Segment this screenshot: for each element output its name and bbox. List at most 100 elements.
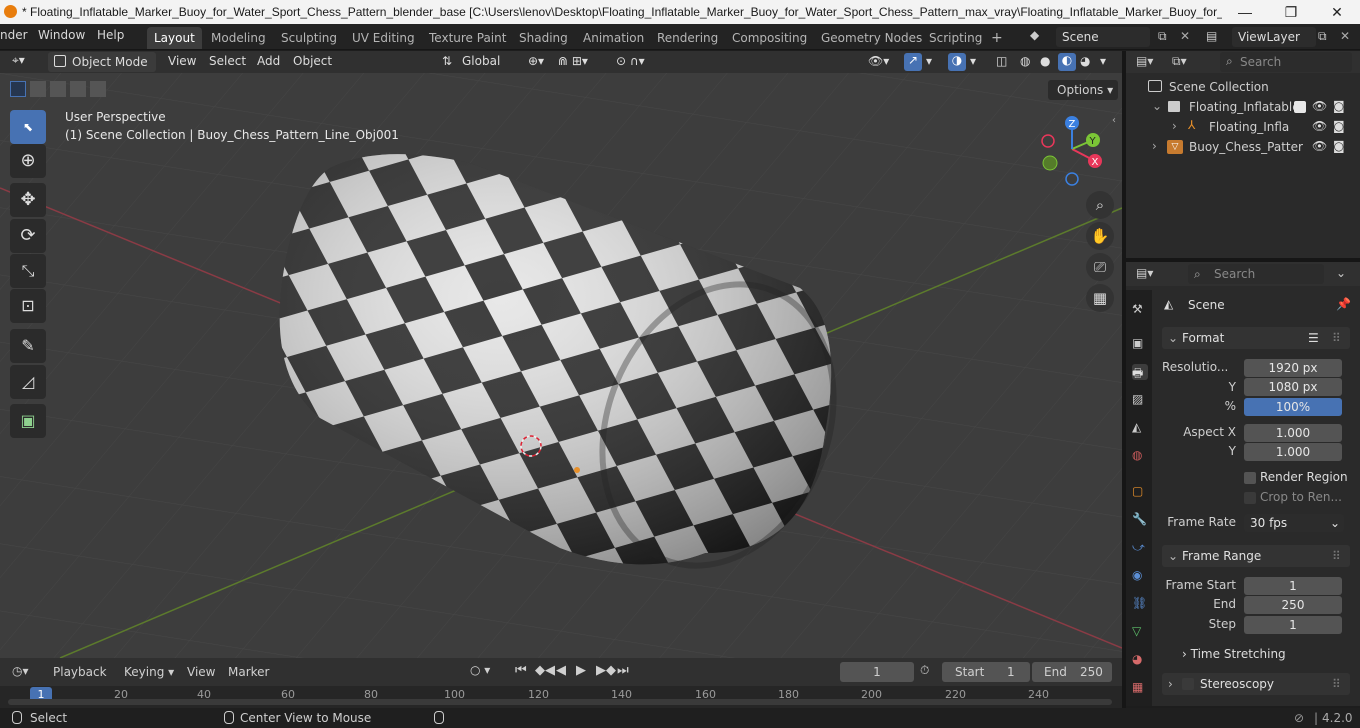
- format-panel-header[interactable]: ⌄ Format ☰ ⠿: [1162, 327, 1350, 349]
- menu-render[interactable]: nder: [0, 28, 28, 42]
- keying-menu[interactable]: Keying ▾: [118, 662, 178, 682]
- aspect-x-field[interactable]: 1.000: [1244, 424, 1342, 442]
- camera-render-icon[interactable]: ◙: [1333, 139, 1345, 153]
- zoom-button[interactable]: ⌕: [1086, 191, 1114, 219]
- area-divider[interactable]: [1126, 258, 1360, 262]
- physics-tab-icon[interactable]: ◉: [1132, 568, 1148, 584]
- texture-tab-icon[interactable]: ▦: [1132, 680, 1148, 696]
- pivot-point-icon[interactable]: ⊕▾: [528, 54, 544, 68]
- add-cube-tool[interactable]: ▣: [10, 404, 46, 438]
- constraints-tab-icon[interactable]: ⛓: [1132, 596, 1148, 612]
- eye-icon[interactable]: 👁: [1312, 119, 1327, 133]
- camera-view-button[interactable]: ⎚: [1086, 253, 1114, 281]
- tab-layout[interactable]: Layout: [147, 27, 202, 49]
- overlays-dropdown-icon[interactable]: ▾: [970, 54, 976, 68]
- chevron-right-icon[interactable]: ›: [1152, 139, 1157, 153]
- perspective-toggle-button[interactable]: ▦: [1086, 284, 1114, 312]
- time-stretching-subpanel[interactable]: › Time Stretching: [1182, 647, 1286, 661]
- view-layer-tab-icon[interactable]: ▨: [1132, 392, 1148, 408]
- drag-handle-icon[interactable]: ⠿: [1332, 673, 1341, 695]
- properties-options-icon[interactable]: ⌄: [1336, 266, 1346, 280]
- collection-exclude-checkbox[interactable]: [1294, 101, 1306, 113]
- outliner-editor-icon[interactable]: ▤▾: [1136, 54, 1153, 68]
- options-dropdown[interactable]: Options ▾: [1048, 80, 1118, 100]
- tab-sculpting[interactable]: Sculpting: [274, 27, 344, 49]
- jump-start-icon[interactable]: ⏮: [515, 663, 527, 678]
- display-mode-icon[interactable]: ⧉▾: [1172, 54, 1187, 69]
- select-box-tool[interactable]: ⬉: [10, 110, 46, 144]
- outliner-row-collection[interactable]: ⌄ Floating_Inflatable 👁 ◙: [1126, 97, 1360, 117]
- scene-tab-icon[interactable]: ◭: [1132, 420, 1148, 436]
- select-intersect-icon[interactable]: [90, 81, 106, 97]
- measure-tool[interactable]: ◿: [10, 365, 46, 399]
- menu-help[interactable]: Help: [97, 28, 124, 42]
- frame-step-field[interactable]: 1: [1244, 616, 1342, 634]
- select-subtract-icon[interactable]: [50, 81, 66, 97]
- gizmo-toggle-icon[interactable]: ↗: [904, 53, 922, 71]
- output-tab-icon[interactable]: 🖶: [1132, 364, 1148, 380]
- outliner-row-empty-object[interactable]: › ⅄ Floating_Inflata 👁 ◙: [1126, 117, 1360, 137]
- playback-menu[interactable]: Playback ▾: [46, 662, 116, 699]
- play-reverse-icon[interactable]: ◀: [556, 663, 566, 678]
- stopwatch-icon[interactable]: ⏱: [920, 663, 929, 678]
- object-tab-icon[interactable]: ▢: [1132, 484, 1148, 500]
- overlays-icon[interactable]: ◑: [948, 53, 966, 71]
- select-new-icon[interactable]: [10, 81, 26, 97]
- new-view-layer-icon[interactable]: ⧉: [1318, 29, 1327, 44]
- select-invert-icon[interactable]: [70, 81, 86, 97]
- shading-dropdown-icon[interactable]: ▾: [1100, 54, 1106, 68]
- remove-view-layer-icon[interactable]: ✕: [1340, 29, 1350, 43]
- tab-shading[interactable]: Shading: [512, 27, 575, 49]
- pin-icon[interactable]: 📌: [1336, 297, 1351, 311]
- drag-handle-icon[interactable]: ⠿: [1332, 327, 1341, 349]
- close-button[interactable]: ✕: [1314, 2, 1360, 22]
- select-extend-icon[interactable]: [30, 81, 46, 97]
- eye-icon[interactable]: 👁: [1312, 139, 1327, 153]
- solid-shading-icon[interactable]: ●: [1040, 54, 1050, 68]
- world-tab-icon[interactable]: ◍: [1132, 448, 1148, 464]
- visibility-icon[interactable]: 👁▾: [868, 54, 889, 68]
- aspect-y-field[interactable]: 1.000: [1244, 443, 1342, 461]
- timeline-ruler[interactable]: 1 20 40 60 80 100 120 140 160 180 200 22…: [0, 686, 1122, 708]
- area-divider[interactable]: [1122, 51, 1126, 708]
- scale-tool[interactable]: ⤡: [10, 254, 46, 288]
- timeline-editor-icon[interactable]: ◷▾: [12, 664, 29, 678]
- move-tool[interactable]: ✥: [10, 183, 46, 217]
- pan-button[interactable]: ✋: [1086, 222, 1114, 250]
- transform-orientation[interactable]: Global: [462, 54, 500, 68]
- tab-geometry-nodes[interactable]: Geometry Nodes: [814, 27, 929, 49]
- outliner-row-mesh-object[interactable]: › ▽ Buoy_Chess_Patter 👁 ◙: [1126, 137, 1360, 157]
- outliner-search[interactable]: Search: [1220, 52, 1352, 72]
- menu-window[interactable]: Window: [38, 28, 85, 42]
- next-keyframe-icon[interactable]: ▶◆: [596, 663, 616, 678]
- timeline-view-menu[interactable]: View: [187, 665, 215, 679]
- 3d-viewport[interactable]: ⬉ ⊕ ✥ ⟳ ⤡ ⊡ ✎ ◿ ▣ User Perspective (1) S…: [0, 73, 1122, 658]
- menu-view[interactable]: View: [168, 54, 196, 68]
- gizmo-dropdown-icon[interactable]: ▾: [926, 54, 932, 68]
- play-icon[interactable]: ▶: [576, 663, 586, 678]
- data-tab-icon[interactable]: ▽: [1132, 624, 1148, 640]
- maximize-button[interactable]: ❐: [1268, 2, 1314, 22]
- camera-render-icon[interactable]: ◙: [1333, 119, 1345, 133]
- scene-icon[interactable]: ◆: [1030, 28, 1050, 46]
- camera-render-icon[interactable]: ◙: [1333, 99, 1345, 113]
- menu-add[interactable]: Add: [257, 54, 280, 68]
- editor-type-icon[interactable]: ⌖▾: [12, 53, 25, 68]
- frame-rate-dropdown[interactable]: 30 fps ⌄: [1244, 514, 1344, 532]
- remove-scene-icon[interactable]: ✕: [1180, 29, 1190, 43]
- stereoscopy-panel-header[interactable]: › Stereoscopy ⠿: [1162, 673, 1350, 695]
- tab-texture-paint[interactable]: Texture Paint: [422, 27, 513, 49]
- start-frame-field[interactable]: Start 1: [942, 662, 1030, 682]
- proportional-edit-icon[interactable]: ⊙ ∩▾: [616, 54, 645, 68]
- crop-checkbox[interactable]: [1244, 492, 1256, 504]
- tab-modeling[interactable]: Modeling: [204, 27, 273, 49]
- resolution-y-field[interactable]: 1080 px: [1244, 378, 1342, 396]
- jump-end-icon[interactable]: ⏭: [617, 663, 629, 678]
- material-preview-icon[interactable]: ◐: [1058, 53, 1076, 71]
- outliner-row-scene-collection[interactable]: Scene Collection: [1126, 77, 1360, 97]
- frame-start-field[interactable]: 1: [1244, 577, 1342, 595]
- wireframe-shading-icon[interactable]: ◍: [1020, 54, 1030, 68]
- render-region-checkbox[interactable]: [1244, 472, 1256, 484]
- resolution-x-field[interactable]: 1920 px: [1244, 359, 1342, 377]
- new-scene-icon[interactable]: ⧉: [1158, 29, 1167, 44]
